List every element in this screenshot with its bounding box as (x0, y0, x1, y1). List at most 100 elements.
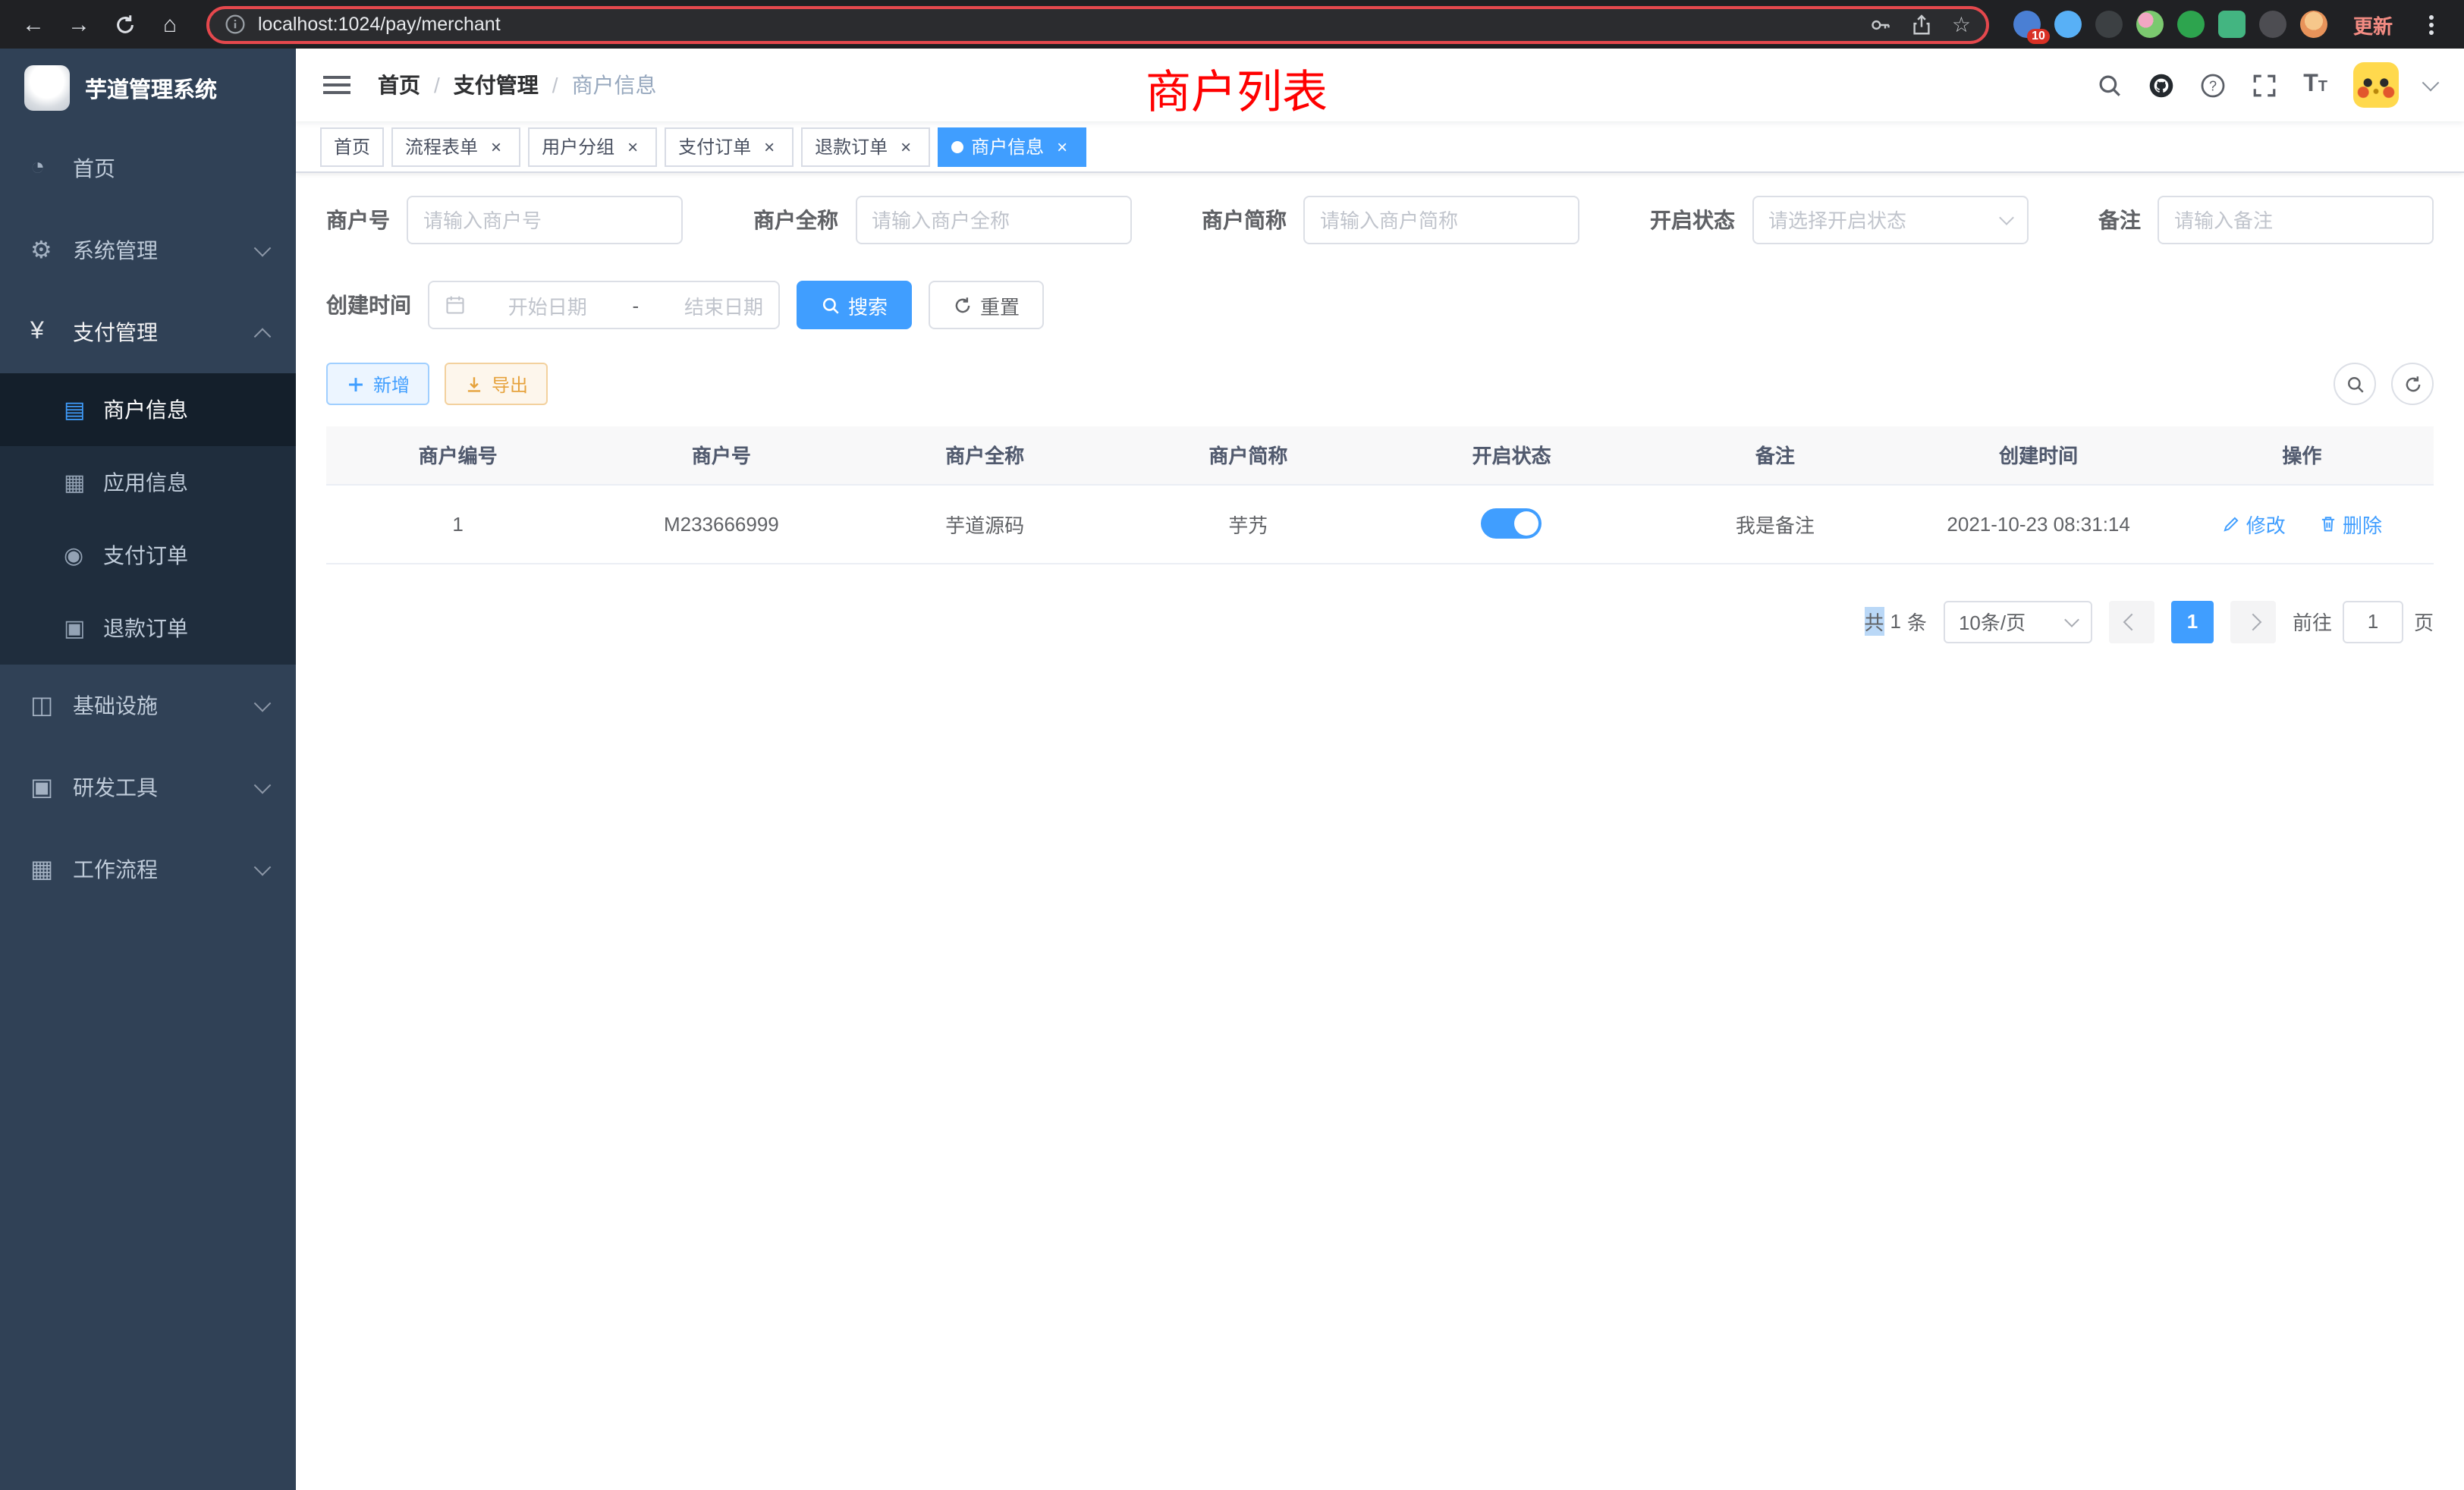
home-icon[interactable]: ⌂ (152, 6, 188, 42)
logo[interactable]: 芋道管理系统 (0, 49, 296, 127)
profile-avatar-icon[interactable] (2300, 11, 2327, 38)
fullscreen-icon[interactable] (2252, 72, 2277, 98)
breadcrumb-current: 商户信息 (572, 70, 657, 100)
drop-extension-icon[interactable] (2054, 11, 2082, 38)
date-separator: - (630, 294, 643, 316)
tab-process-form[interactable]: 流程表单 × (391, 127, 520, 166)
header-search-icon[interactable] (2097, 72, 2123, 98)
filter-row-1: 商户号 商户全称 商户简称 开启状态 (326, 196, 2434, 244)
sidebar-item-home[interactable]: ◔ 首页 (0, 127, 296, 209)
total-prefix: 共 (1864, 607, 1884, 636)
site-info-icon[interactable] (225, 14, 246, 35)
tab-refund-order[interactable]: 退款订单 × (801, 127, 930, 166)
forward-icon[interactable]: → (61, 6, 97, 42)
export-button[interactable]: 导出 (445, 363, 548, 405)
goto-page-input[interactable] (2343, 600, 2403, 643)
table-toolbar: 新增 导出 (326, 363, 2434, 405)
toggle-search-button[interactable] (2334, 363, 2376, 405)
monitor-icon: ◫ (30, 690, 73, 721)
merchant-no-input[interactable] (423, 209, 666, 231)
sidebar-item-devtools[interactable]: ▣ 研发工具 (0, 747, 296, 828)
date-start-placeholder[interactable]: 开始日期 (508, 291, 587, 319)
page-size-select[interactable]: 10条/页 (1944, 600, 2092, 643)
tab-user-group[interactable]: 用户分组 × (528, 127, 657, 166)
sidebar-item-refund-order[interactable]: ▣ 退款订单 (0, 592, 296, 665)
col-full-name: 商户全称 (853, 426, 1117, 484)
tab-merchant-info[interactable]: 商户信息 × (938, 127, 1086, 166)
reload-icon[interactable] (106, 6, 143, 42)
dark-extension-icon[interactable] (2095, 11, 2123, 38)
trash-icon (2318, 514, 2338, 533)
sidebar-item-label: 工作流程 (73, 854, 158, 885)
bookmark-star-icon[interactable]: ☆ (1952, 11, 1971, 37)
date-range-picker[interactable]: 开始日期 - 结束日期 (428, 281, 780, 329)
refresh-table-button[interactable] (2391, 363, 2434, 405)
url-bar[interactable]: localhost:1024/pay/merchant ☆ (206, 5, 1989, 43)
close-icon[interactable]: × (486, 136, 507, 157)
browser-menu-icon[interactable] (2418, 11, 2443, 38)
back-icon[interactable]: ← (15, 6, 52, 42)
help-icon[interactable]: ? (2200, 72, 2226, 98)
short-name-label: 商户简称 (1202, 205, 1287, 235)
chevron-right-icon (2247, 615, 2259, 627)
font-size-icon[interactable]: TT (2303, 71, 2327, 99)
tab-home[interactable]: 首页 (320, 127, 384, 166)
col-remark: 备注 (1643, 426, 1906, 484)
gray-extension-icon[interactable] (2259, 11, 2286, 38)
hamburger-icon[interactable] (323, 76, 350, 94)
green-square-extension-icon[interactable] (2218, 11, 2246, 38)
tabs-view: 首页 流程表单 × 用户分组 × 支付订单 × 退款订单 × (296, 121, 2464, 173)
breadcrumb-separator: / (434, 73, 440, 97)
status-select-input[interactable] (1768, 209, 1988, 231)
search-button[interactable]: 搜索 (797, 281, 912, 329)
green-circle-extension-icon[interactable] (2177, 11, 2205, 38)
sidebar-item-infra[interactable]: ◫ 基础设施 (0, 665, 296, 747)
github-icon[interactable] (2148, 72, 2174, 98)
avatar-caret-icon[interactable] (2425, 79, 2437, 91)
password-key-icon[interactable] (1870, 13, 1893, 36)
share-icon[interactable] (1911, 13, 1934, 36)
next-page-button[interactable] (2230, 600, 2276, 643)
cell-merchant-id: 1 (326, 484, 589, 563)
short-name-input[interactable] (1320, 209, 1563, 231)
add-button[interactable]: 新增 (326, 363, 429, 405)
edit-link[interactable]: 修改 (2222, 509, 2286, 538)
sidebar-item-pay-order[interactable]: ◉ 支付订单 (0, 519, 296, 592)
delete-link[interactable]: 删除 (2318, 509, 2382, 538)
prev-page-button[interactable] (2109, 600, 2154, 643)
filter-row-2: 创建时间 开始日期 - 结束日期 搜索 重置 (326, 281, 2434, 329)
page: ← → ⌂ localhost:1024/pay/merchant ☆ 10 (0, 0, 2464, 1490)
sidebar-item-system[interactable]: ⚙ 系统管理 (0, 209, 296, 291)
cell-remark: 我是备注 (1643, 484, 1906, 563)
close-icon[interactable]: × (895, 136, 916, 157)
remark-label: 备注 (2098, 205, 2141, 235)
remark-input[interactable] (2174, 209, 2417, 231)
chrome-update-button[interactable]: 更新 (2341, 5, 2405, 43)
status-select[interactable] (1752, 196, 2028, 244)
calendar-icon (445, 294, 466, 316)
search-button-label: 搜索 (848, 291, 888, 319)
user-avatar[interactable] (2353, 62, 2399, 108)
tab-label: 首页 (334, 134, 370, 159)
tab-pay-order[interactable]: 支付订单 × (665, 127, 794, 166)
sidebar-item-workflow[interactable]: ▦ 工作流程 (0, 828, 296, 910)
page-1-button[interactable]: 1 (2171, 600, 2214, 643)
color-extension-icon[interactable] (2136, 11, 2164, 38)
close-icon[interactable]: × (759, 136, 780, 157)
reset-button[interactable]: 重置 (929, 281, 1044, 329)
breadcrumb-payment[interactable]: 支付管理 (454, 70, 539, 100)
col-short-name: 商户简称 (1117, 426, 1380, 484)
close-icon[interactable]: × (1051, 136, 1073, 157)
sidebar-item-label: 系统管理 (73, 235, 158, 266)
sidebar-item-payment[interactable]: ¥ 支付管理 (0, 291, 296, 373)
close-icon[interactable]: × (622, 136, 643, 157)
pinned-extension-icon[interactable]: 10 (2013, 11, 2041, 38)
breadcrumb-home[interactable]: 首页 (378, 70, 420, 100)
date-end-placeholder[interactable]: 结束日期 (684, 291, 763, 319)
url-text[interactable]: localhost:1024/pay/merchant (258, 14, 1858, 35)
full-name-input[interactable] (872, 209, 1114, 231)
status-toggle[interactable] (1482, 508, 1542, 539)
sidebar-item-merchant-info[interactable]: ▤ 商户信息 (0, 373, 296, 446)
sidebar-item-app-info[interactable]: ▦ 应用信息 (0, 446, 296, 519)
logo-avatar (24, 65, 70, 111)
